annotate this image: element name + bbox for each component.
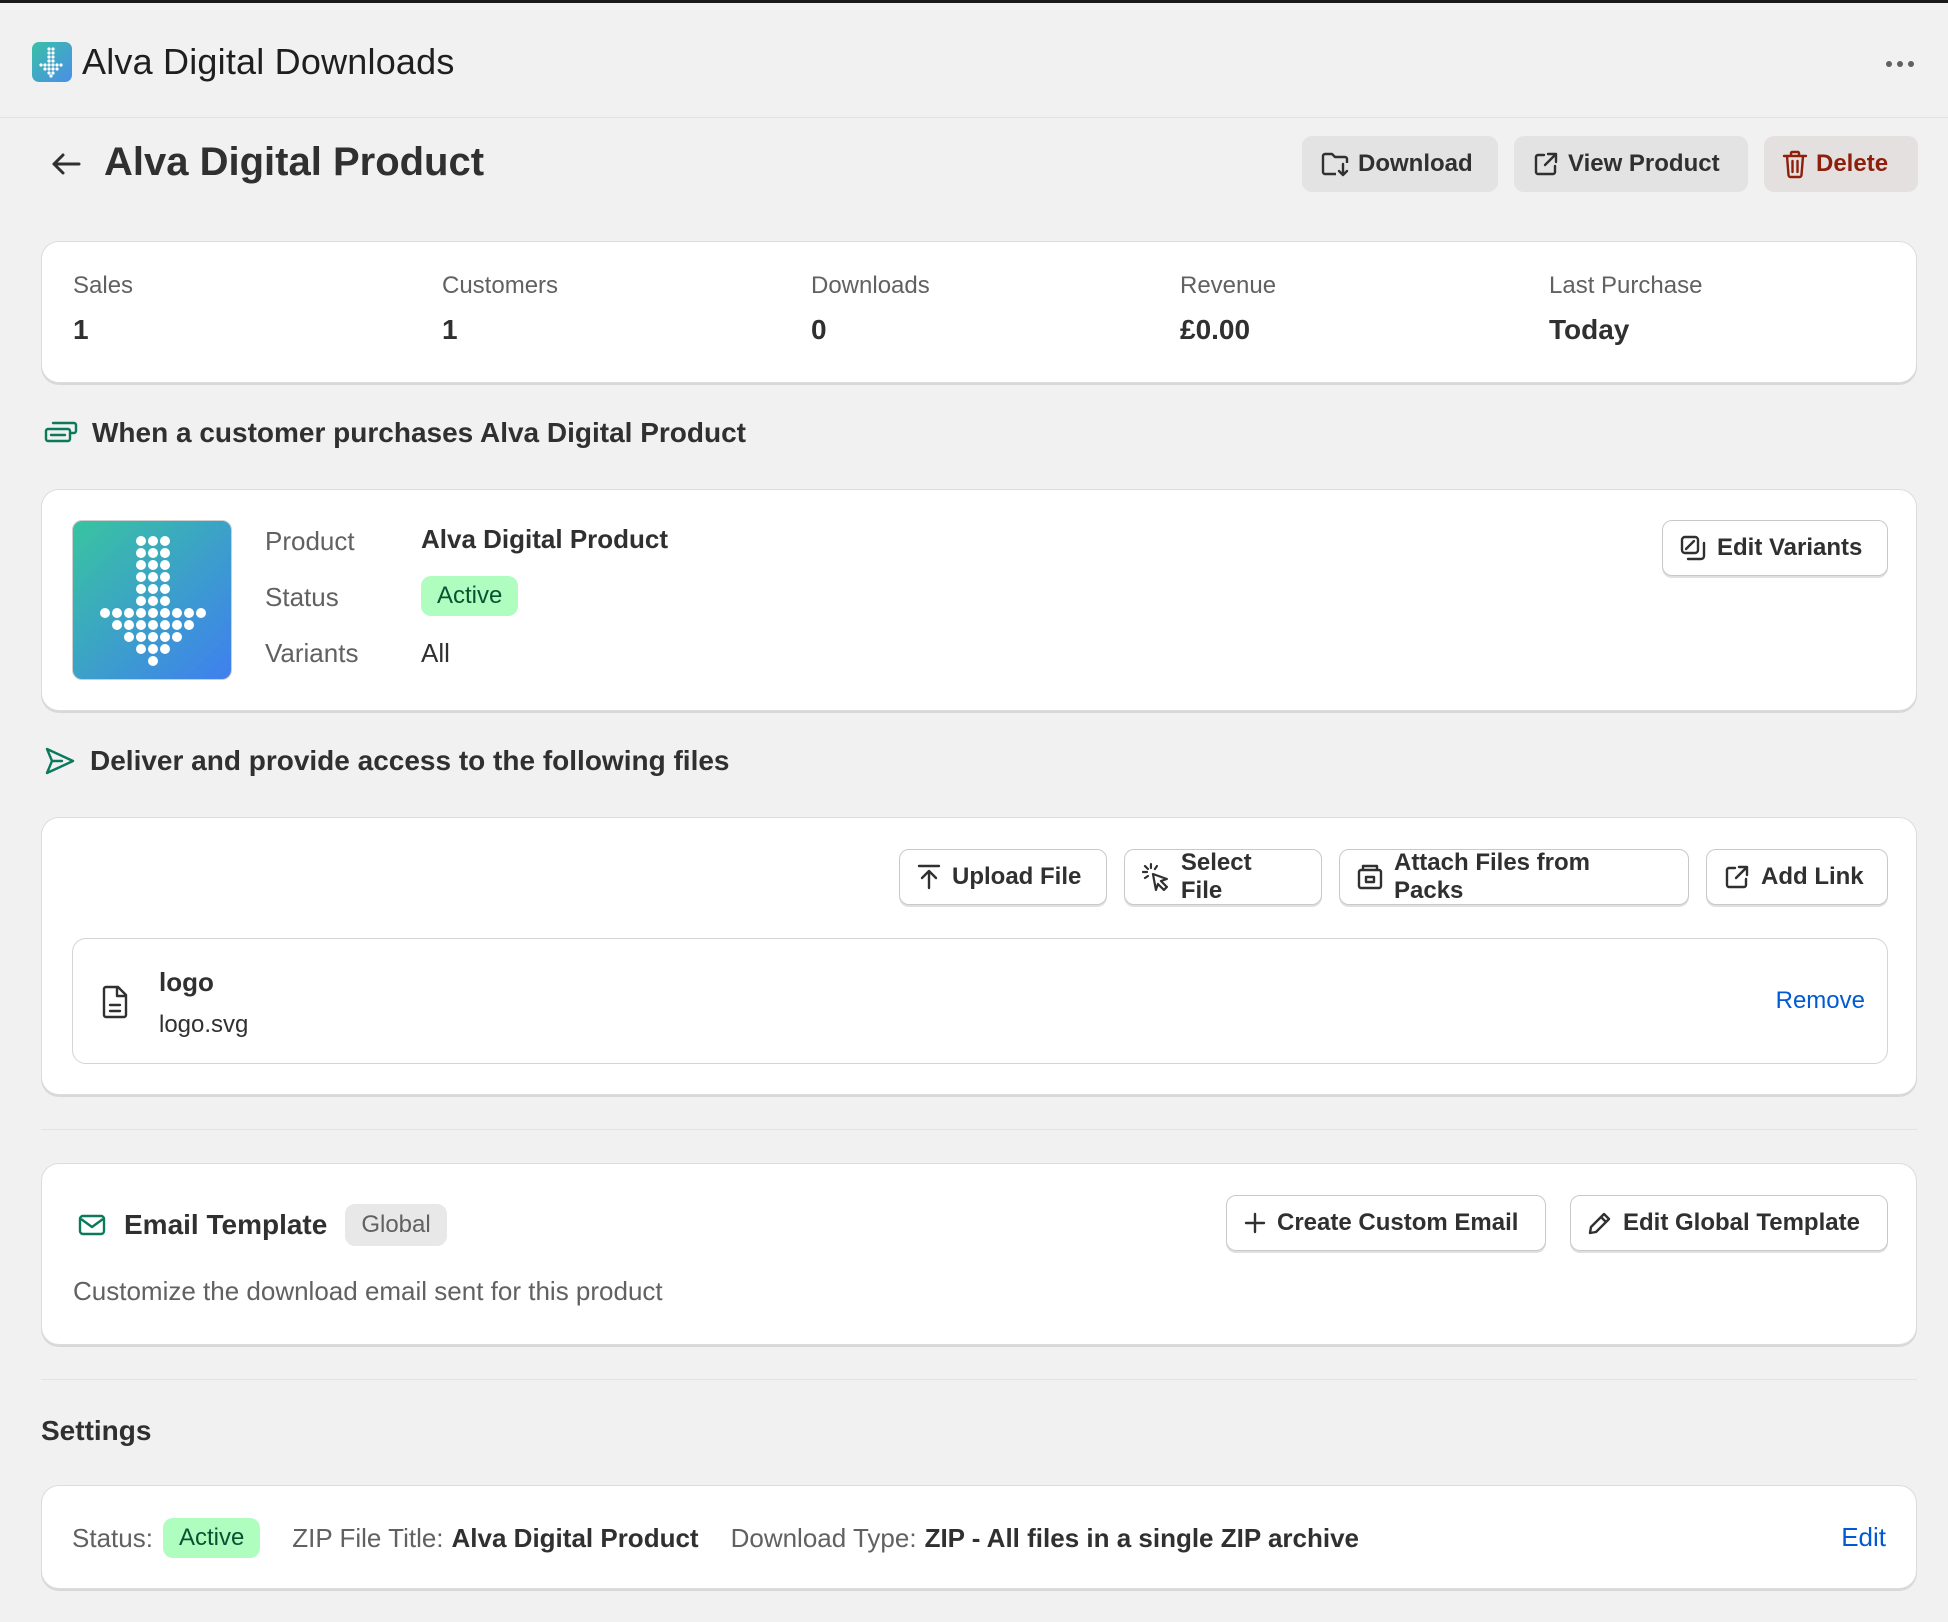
app-header: Alva Digital Downloads [0, 6, 1948, 118]
stat-sales: Sales 1 [73, 272, 133, 346]
stat-customers: Customers 1 [442, 272, 558, 346]
trigger-heading: When a customer purchases Alva Digital P… [44, 417, 746, 449]
package-icon [1357, 864, 1383, 890]
app-logo-icon [32, 41, 72, 82]
email-template-heading: Email Template Global [78, 1204, 447, 1246]
stat-value: 0 [811, 314, 827, 345]
download-arrow-icon [100, 536, 206, 666]
folder-download-icon [1321, 152, 1349, 177]
create-custom-email-label: Create Custom Email [1277, 1209, 1519, 1236]
variants-label: Variants [265, 638, 359, 668]
cursor-click-icon [1141, 862, 1168, 892]
zip-title-label: ZIP File Title: [292, 1522, 444, 1553]
settings-status-label: Status: [72, 1522, 153, 1553]
upload-file-label: Upload File [952, 863, 1082, 890]
settings-status-badge: Active [162, 1518, 261, 1558]
download-button[interactable]: Download [1302, 136, 1498, 192]
envelope-icon [78, 1214, 106, 1236]
plus-icon [1244, 1212, 1266, 1234]
attach-files-label: Attach Files from Packs [1393, 849, 1591, 904]
settings-title: Settings [41, 1415, 152, 1446]
cash-icon [44, 421, 78, 443]
external-link-icon [1534, 152, 1558, 176]
stat-downloads: Downloads 0 [811, 272, 930, 346]
delivery-heading: Deliver and provide access to the follow… [44, 745, 730, 777]
app-title: Alva Digital Downloads [82, 40, 455, 82]
file-filename: logo.svg [159, 1011, 249, 1038]
delete-button[interactable]: Delete [1764, 136, 1918, 192]
ellipsis-icon [1886, 61, 1914, 67]
product-card: Product Alva Digital Product Status Acti… [41, 489, 1917, 711]
stat-label: Sales [73, 272, 134, 299]
product-name: Alva Digital Product [421, 524, 669, 554]
delete-button-label: Delete [1816, 150, 1889, 177]
stat-label: Customers [442, 272, 559, 299]
status-label: Status [265, 582, 339, 612]
settings-row: Status: Active ZIP File Title: Alva Digi… [72, 1518, 1359, 1558]
stat-revenue: Revenue £0.00 [1180, 272, 1276, 346]
stat-label: Downloads [811, 272, 930, 299]
app-frame: Alva Digital Downloads Alva Digital Prod… [0, 0, 1948, 1622]
stat-value: Today [1549, 314, 1630, 345]
edit-global-template-button[interactable]: Edit Global Template [1570, 1195, 1888, 1251]
upload-file-button[interactable]: Upload File [899, 849, 1107, 905]
page-title: Alva Digital Product [104, 140, 485, 184]
download-type-label: Download Type: [730, 1522, 917, 1553]
status-badge: Active [421, 576, 519, 616]
file-icon [102, 985, 128, 1019]
email-template-description: Customize the download email sent for th… [73, 1276, 663, 1306]
download-type-value: ZIP - All files in a single ZIP archive [924, 1522, 1360, 1553]
stat-last-purchase: Last Purchase Today [1549, 272, 1702, 346]
product-thumbnail [72, 520, 232, 680]
select-file-label: Select File [1180, 849, 1252, 904]
upload-icon [917, 864, 941, 890]
arrow-left-icon [52, 153, 81, 175]
stat-label: Revenue [1180, 272, 1277, 299]
stat-value: £0.00 [1180, 314, 1251, 345]
stat-label: Last Purchase [1549, 272, 1703, 299]
trash-icon [1782, 150, 1808, 179]
send-icon [45, 747, 75, 775]
page-header: Alva Digital Product Download View Produ… [40, 136, 1918, 192]
settings-edit-link[interactable]: Edit [1841, 1522, 1886, 1553]
status-badge-text: Active [421, 576, 519, 616]
edit-global-template-label: Edit Global Template [1623, 1209, 1860, 1236]
download-button-label: Download [1358, 150, 1473, 177]
section-divider [41, 1129, 1917, 1130]
edit-variants-label: Edit Variants [1717, 534, 1863, 561]
trigger-heading-text: When a customer purchases Alva Digital P… [92, 417, 747, 448]
edit-variants-icon [1680, 535, 1706, 561]
global-badge: Global [345, 1204, 447, 1246]
product-label: Product [265, 526, 355, 556]
file-title: logo [159, 967, 214, 997]
select-file-button[interactable]: Select File [1124, 849, 1322, 905]
variants-value: All [421, 638, 450, 668]
create-custom-email-button[interactable]: Create Custom Email [1226, 1195, 1546, 1251]
view-product-button[interactable]: View Product [1514, 136, 1748, 192]
zip-title-value: Alva Digital Product [451, 1522, 699, 1553]
more-actions-button[interactable] [1882, 46, 1918, 82]
view-product-button-label: View Product [1568, 150, 1720, 177]
pencil-icon [1588, 1212, 1611, 1235]
remove-file-link[interactable]: Remove [1776, 987, 1865, 1015]
stat-value: 1 [442, 314, 458, 345]
back-button[interactable] [44, 142, 88, 186]
edit-variants-button[interactable]: Edit Variants [1662, 520, 1888, 576]
section-divider [41, 1379, 1917, 1380]
stats-card: Sales 1 Customers 1 Downloads 0 Revenue … [41, 241, 1917, 383]
attach-files-button[interactable]: Attach Files from Packs [1339, 849, 1689, 905]
settings-card: Status: Active ZIP File Title: Alva Digi… [41, 1485, 1917, 1589]
files-card: Upload File Select File Attach Files fro… [41, 817, 1917, 1095]
stat-value: 1 [73, 314, 89, 345]
email-template-card: Email Template Global Create Custom Emai… [41, 1163, 1917, 1345]
file-list-item: logo logo.svg Remove [72, 938, 1888, 1064]
external-link-icon [1725, 865, 1749, 889]
delivery-heading-text: Deliver and provide access to the follow… [90, 745, 730, 776]
add-link-button[interactable]: Add Link [1706, 849, 1888, 905]
email-template-title: Email Template [124, 1209, 328, 1240]
add-link-label: Add Link [1761, 863, 1864, 890]
